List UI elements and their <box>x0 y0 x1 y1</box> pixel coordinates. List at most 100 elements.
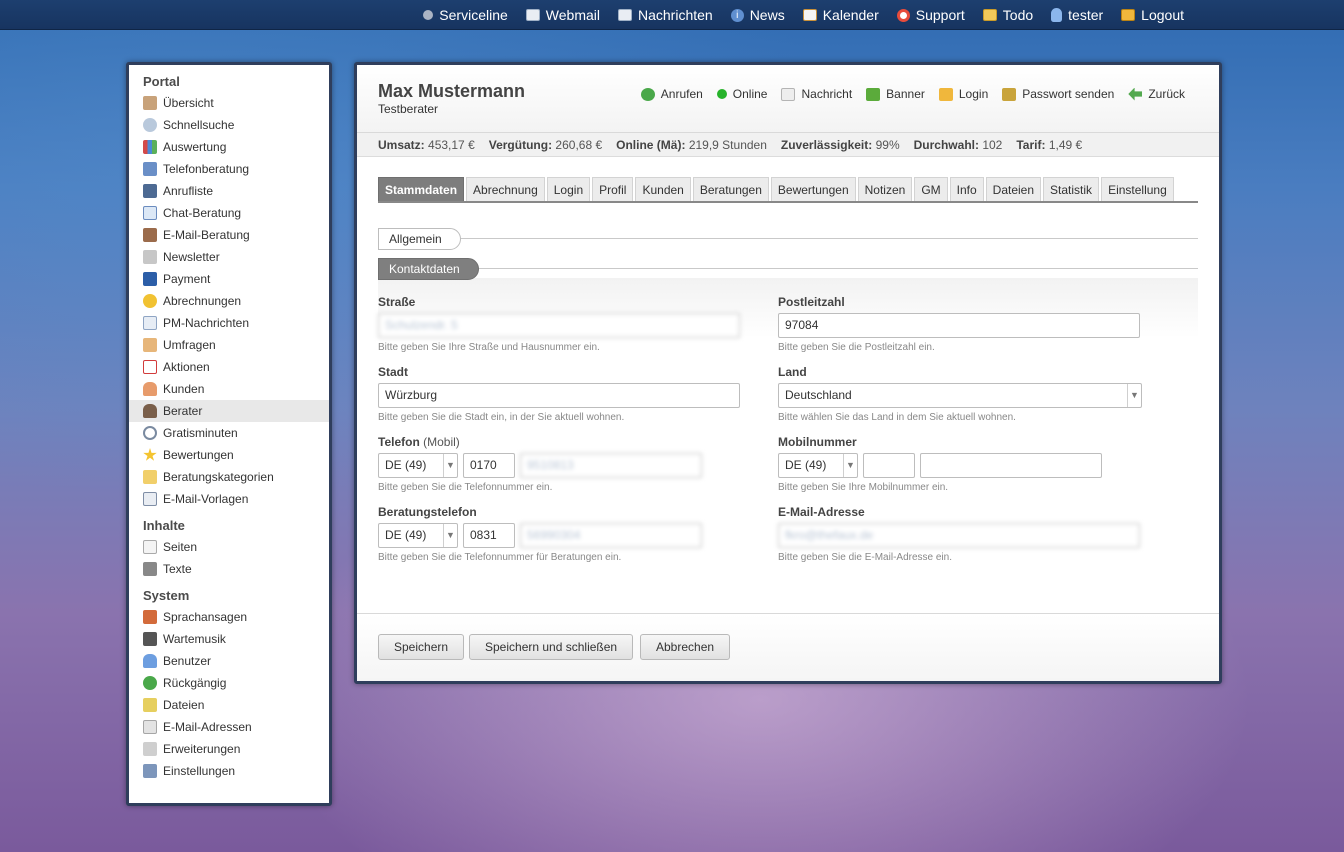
text-icon <box>143 562 157 576</box>
save-close-button[interactable]: Speichern und schließen <box>469 634 634 660</box>
phone-icon <box>143 162 157 176</box>
sidebar-item-anrufliste[interactable]: Anrufliste <box>129 180 329 202</box>
phone-prefix-input[interactable]: 0170 <box>463 453 515 478</box>
page-icon <box>143 540 157 554</box>
topnav-user[interactable]: tester <box>1051 7 1103 23</box>
sidebar-item-einstellungen[interactable]: Einstellungen <box>129 760 329 782</box>
send-password-action[interactable]: Passwort senden <box>1002 87 1114 101</box>
sidebar-item-seiten[interactable]: Seiten <box>129 536 329 558</box>
tab-gm[interactable]: GM <box>914 177 948 201</box>
zip-group: Postleitzahl 97084 Bitte geben Sie die P… <box>778 294 1158 353</box>
email-input[interactable]: fkro@thefaux.de <box>778 523 1140 548</box>
tab-beratungen[interactable]: Beratungen <box>692 177 769 201</box>
call-action[interactable]: Anrufen <box>640 87 703 101</box>
topnav-support[interactable]: Support <box>896 7 965 23</box>
sidebar-item-auswertung[interactable]: Auswertung <box>129 136 329 158</box>
sidebar-item-umfragen[interactable]: Umfragen <box>129 334 329 356</box>
sidebar-item-bewertungen[interactable]: Bewertungen <box>129 444 329 466</box>
sidebar-item-payment[interactable]: Payment <box>129 268 329 290</box>
sidebar-item-wartemusik[interactable]: Wartemusik <box>129 628 329 650</box>
sidebar-item-aktionen[interactable]: Aktionen <box>129 356 329 378</box>
sidebar-item-email-vorlagen[interactable]: E-Mail-Vorlagen <box>129 488 329 510</box>
sidebar-section-title: Portal <box>143 74 180 89</box>
sidebar-item-uebersicht[interactable]: Übersicht <box>129 92 329 114</box>
city-input[interactable]: Würzburg <box>378 383 740 408</box>
tab-login[interactable]: Login <box>546 177 591 201</box>
section-kontaktdaten-toggle[interactable]: Kontaktdaten <box>378 258 479 280</box>
sidebar-item-texte[interactable]: Texte <box>129 558 329 580</box>
sidebar-item-abrechnungen[interactable]: Abrechnungen <box>129 290 329 312</box>
tab-info[interactable]: Info <box>949 177 984 201</box>
tab-einstellung[interactable]: Einstellung <box>1101 177 1174 201</box>
sidebar-item-label: Texte <box>163 562 192 576</box>
advice-phone-country-select[interactable]: DE (49) ▼ <box>378 523 458 548</box>
topnav-label: News <box>749 7 785 23</box>
save-button[interactable]: Speichern <box>378 634 465 660</box>
topnav-news[interactable]: i News <box>730 7 785 23</box>
section-allgemein[interactable]: Allgemein <box>378 228 1198 250</box>
chevron-down-icon: ▼ <box>843 454 857 477</box>
mobile-country-select[interactable]: DE (49) ▼ <box>778 453 858 478</box>
page-subtitle: Testberater <box>378 102 439 116</box>
back-action[interactable]: Zurück <box>1128 87 1185 101</box>
topnav-webmail[interactable]: Webmail <box>525 7 600 23</box>
sidebar-item-sprachansagen[interactable]: Sprachansagen <box>129 606 329 628</box>
sidebar-item-newsletter[interactable]: Newsletter <box>129 246 329 268</box>
topnav-logout[interactable]: Logout <box>1121 7 1184 23</box>
tab-statistik[interactable]: Statistik <box>1043 177 1100 201</box>
tab-notizen[interactable]: Notizen <box>857 177 913 201</box>
banner-action[interactable]: Banner <box>866 87 925 101</box>
sidebar-item-email-beratung[interactable]: E-Mail-Beratung <box>129 224 329 246</box>
phone-country-select[interactable]: DE (49) ▼ <box>378 453 458 478</box>
sidebar-item-dateien[interactable]: Dateien <box>129 694 329 716</box>
sidebar-item-berater[interactable]: Berater <box>129 400 329 422</box>
sidebar-item-label: Newsletter <box>163 250 220 264</box>
country-select[interactable]: Deutschland ▼ <box>778 383 1142 408</box>
topnav-todo[interactable]: Todo <box>982 7 1033 23</box>
template-icon <box>143 492 157 506</box>
sidebar-item-label: Beratungskategorien <box>163 470 274 484</box>
sidebar-item-pm-nachrichten[interactable]: PM-Nachrichten <box>129 312 329 334</box>
tab-dateien[interactable]: Dateien <box>985 177 1042 201</box>
section-allgemein-toggle[interactable]: Allgemein <box>378 228 461 250</box>
mobile-prefix-input[interactable] <box>863 453 915 478</box>
phone-hint: Bitte geben Sie die Telefonnummer ein. <box>378 482 553 493</box>
sidebar-item-gratisminuten[interactable]: Gratisminuten <box>129 422 329 444</box>
tab-stammdaten[interactable]: Stammdaten <box>378 177 465 201</box>
mobile-number-input[interactable] <box>920 453 1102 478</box>
online-status[interactable]: Online <box>716 87 767 101</box>
users-icon <box>143 654 157 668</box>
section-kontaktdaten[interactable]: Kontaktdaten <box>378 258 1198 280</box>
sidebar-section-title: System <box>143 588 190 603</box>
sidebar-item-erweiterungen[interactable]: Erweiterungen <box>129 738 329 760</box>
login-action[interactable]: Login <box>938 87 988 101</box>
tab-kunden[interactable]: Kunden <box>635 177 691 201</box>
tab-bewertungen[interactable]: Bewertungen <box>770 177 856 201</box>
street-input[interactable]: Schulzendr. 5 <box>378 313 740 338</box>
sidebar: Portal Übersicht Schnellsuche Auswertung… <box>126 62 332 806</box>
message-action[interactable]: Nachricht <box>781 87 852 101</box>
sidebar-item-schnellsuche[interactable]: Schnellsuche <box>129 114 329 136</box>
sidebar-item-rueckgaengig[interactable]: Rückgängig <box>129 672 329 694</box>
city-group: Stadt Würzburg Bitte geben Sie die Stadt… <box>378 364 758 423</box>
sidebar-item-benutzer[interactable]: Benutzer <box>129 650 329 672</box>
advice-phone-prefix-input[interactable]: 0831 <box>463 523 515 548</box>
topnav-kalender[interactable]: Kalender <box>802 7 879 23</box>
sidebar-item-kunden[interactable]: Kunden <box>129 378 329 400</box>
phone-number-input[interactable]: 9510813 <box>520 453 702 478</box>
cancel-button[interactable]: Abbrechen <box>640 634 731 660</box>
zip-input[interactable]: 97084 <box>778 313 1140 338</box>
tab-abrechnung[interactable]: Abrechnung <box>466 177 545 201</box>
topnav-nachrichten[interactable]: Nachrichten <box>617 7 713 23</box>
sidebar-item-label: Aktionen <box>163 360 210 374</box>
advice-phone-number-input[interactable]: 56990304 <box>520 523 702 548</box>
calendar-icon <box>802 9 817 21</box>
sidebar-item-telefonberatung[interactable]: Telefonberatung <box>129 158 329 180</box>
sidebar-item-chat-beratung[interactable]: Chat-Beratung <box>129 202 329 224</box>
sidebar-item-email-adressen[interactable]: E-Mail-Adressen <box>129 716 329 738</box>
tab-profil[interactable]: Profil <box>592 177 634 201</box>
topnav-serviceline[interactable]: Serviceline <box>423 7 508 23</box>
clock-icon <box>143 426 157 440</box>
sidebar-item-beratungskategorien[interactable]: Beratungskategorien <box>129 466 329 488</box>
coffee-icon <box>143 96 157 110</box>
